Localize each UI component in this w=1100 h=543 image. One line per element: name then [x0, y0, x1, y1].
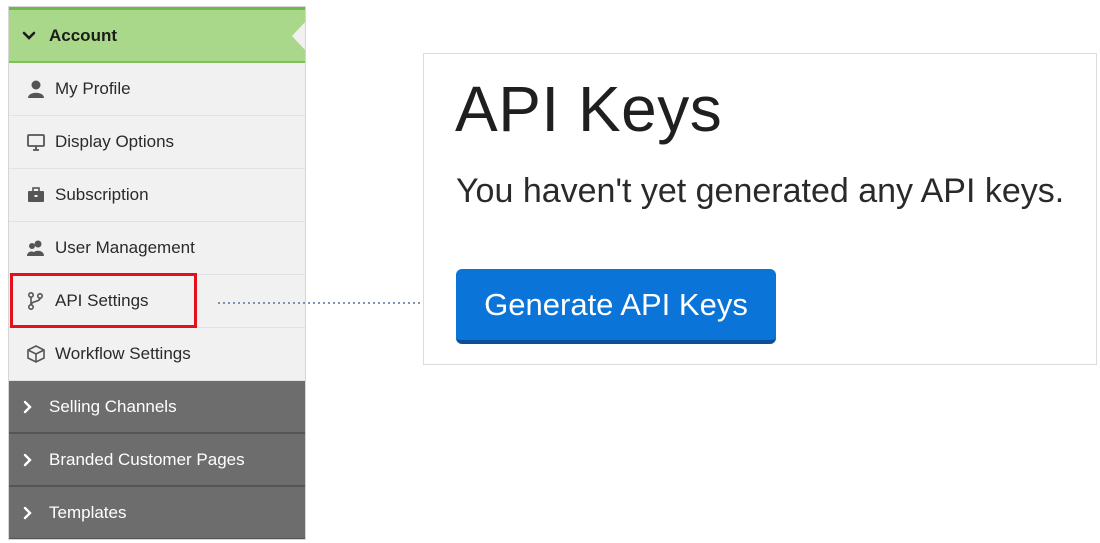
cube-icon — [25, 343, 47, 365]
branch-icon — [25, 290, 47, 312]
chevron-right-icon — [23, 506, 41, 520]
dotted-arrow-connector — [218, 293, 452, 313]
sidebar-item-workflow-settings[interactable]: Workflow Settings — [9, 328, 305, 381]
users-icon — [25, 237, 47, 259]
sidebar-item-display-options[interactable]: Display Options — [9, 116, 305, 169]
sidebar-item-label: Display Options — [55, 132, 175, 151]
chevron-right-icon — [23, 400, 41, 414]
section-label: Selling Channels — [49, 396, 177, 416]
user-icon — [25, 78, 47, 100]
empty-state-message: You haven't yet generated any API keys. — [456, 172, 1065, 210]
chevron-down-icon — [9, 31, 49, 41]
section-label: Branded Customer Pages — [49, 449, 245, 469]
section-selling-channels[interactable]: Selling Channels — [9, 381, 305, 434]
chevron-right-icon — [23, 453, 41, 467]
generate-api-keys-button[interactable]: Generate API Keys — [456, 269, 776, 344]
collapsed-sections: Selling Channels Branded Customer Pages … — [9, 381, 305, 539]
monitor-icon — [25, 131, 47, 153]
account-menu: My Profile Display Options Subscription … — [9, 63, 305, 381]
page-title: API Keys — [455, 73, 723, 145]
sidebar-item-my-profile[interactable]: My Profile — [9, 63, 305, 116]
sidebar-item-label: Subscription — [55, 185, 149, 204]
active-indicator-notch — [292, 21, 305, 51]
briefcase-icon — [25, 184, 47, 206]
sidebar-item-label: My Profile — [55, 79, 131, 98]
sidebar-item-user-management[interactable]: User Management — [9, 222, 305, 275]
api-keys-panel: API Keys You haven't yet generated any A… — [423, 53, 1097, 365]
sidebar-item-label: Workflow Settings — [55, 344, 191, 363]
account-section-header[interactable]: Account — [9, 7, 305, 63]
section-templates[interactable]: Templates — [9, 487, 305, 539]
account-section-label: Account — [49, 25, 117, 45]
sidebar: Account My Profile Display Options Subsc… — [8, 6, 306, 540]
section-branded-customer-pages[interactable]: Branded Customer Pages — [9, 434, 305, 487]
sidebar-item-label: API Settings — [55, 291, 149, 310]
sidebar-item-label: User Management — [55, 238, 195, 257]
sidebar-item-subscription[interactable]: Subscription — [9, 169, 305, 222]
section-label: Templates — [49, 502, 127, 522]
